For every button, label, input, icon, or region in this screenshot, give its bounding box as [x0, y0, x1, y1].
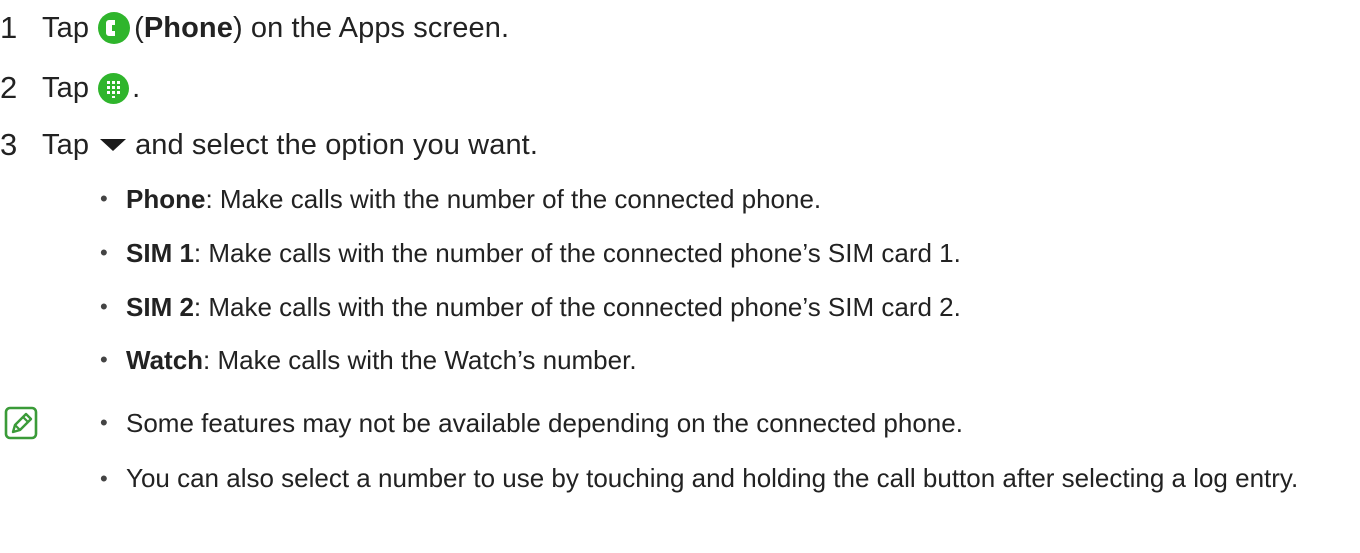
note-2: • You can also select a number to use by …: [100, 459, 1316, 499]
note-text: You can also select a number to use by t…: [126, 463, 1299, 493]
step-number: 1: [0, 10, 18, 45]
step-1-tap-text: Tap: [42, 11, 90, 44]
document-page: 1 Tap ( Phone ) on the Apps screen. 2 Ta…: [0, 0, 1360, 553]
step-number: 3: [0, 127, 18, 162]
bullet: •: [100, 186, 108, 211]
step-3-rest: and select the option you want.: [135, 128, 538, 161]
option-label: Watch: [126, 344, 204, 375]
step-1-phone-label: Phone: [143, 11, 233, 44]
phone-app-icon: [98, 12, 131, 44]
option-desc: : Make calls with the number of the conn…: [193, 291, 961, 322]
step-number: 2: [0, 70, 18, 105]
note-pencil-icon: [4, 406, 38, 440]
step-2-tap-text: Tap: [42, 71, 90, 104]
dropdown-triangle-icon: [100, 139, 127, 151]
step-1: 1 Tap ( Phone ) on the Apps screen.: [0, 8, 509, 48]
option-sim-1: • SIM 1 : Make calls with the number of …: [100, 233, 961, 273]
step-3: 3 Tap and select the option you want.: [0, 125, 538, 165]
option-label: SIM 2: [126, 291, 194, 322]
bullet: •: [100, 294, 108, 319]
option-label: SIM 1: [126, 237, 194, 268]
option-phone: • Phone : Make calls with the number of …: [100, 179, 821, 219]
step-2: 2 Tap .: [0, 68, 140, 108]
step-2-period: .: [132, 71, 141, 104]
option-sim-2: • SIM 2 : Make calls with the number of …: [100, 287, 961, 327]
bullet: •: [100, 240, 108, 265]
bullet: •: [100, 466, 108, 491]
bullet: •: [100, 347, 108, 372]
option-desc: : Make calls with the number of the conn…: [193, 237, 961, 268]
option-desc: : Make calls with the Watch’s number.: [203, 344, 637, 375]
step-3-tap-text: Tap: [42, 128, 90, 161]
note-1: • Some features may not be available depe…: [100, 403, 1356, 443]
open-paren: (: [134, 11, 144, 44]
keypad-icon: [98, 72, 130, 104]
option-desc: : Make calls with the number of the conn…: [205, 183, 822, 214]
step-1-rest: ) on the Apps screen.: [232, 11, 510, 44]
option-label: Phone: [126, 183, 206, 214]
option-watch: • Watch : Make calls with the Watch’s nu…: [100, 340, 637, 380]
note-text: Some features may not be available depen…: [126, 408, 963, 438]
bullet: •: [100, 410, 108, 435]
